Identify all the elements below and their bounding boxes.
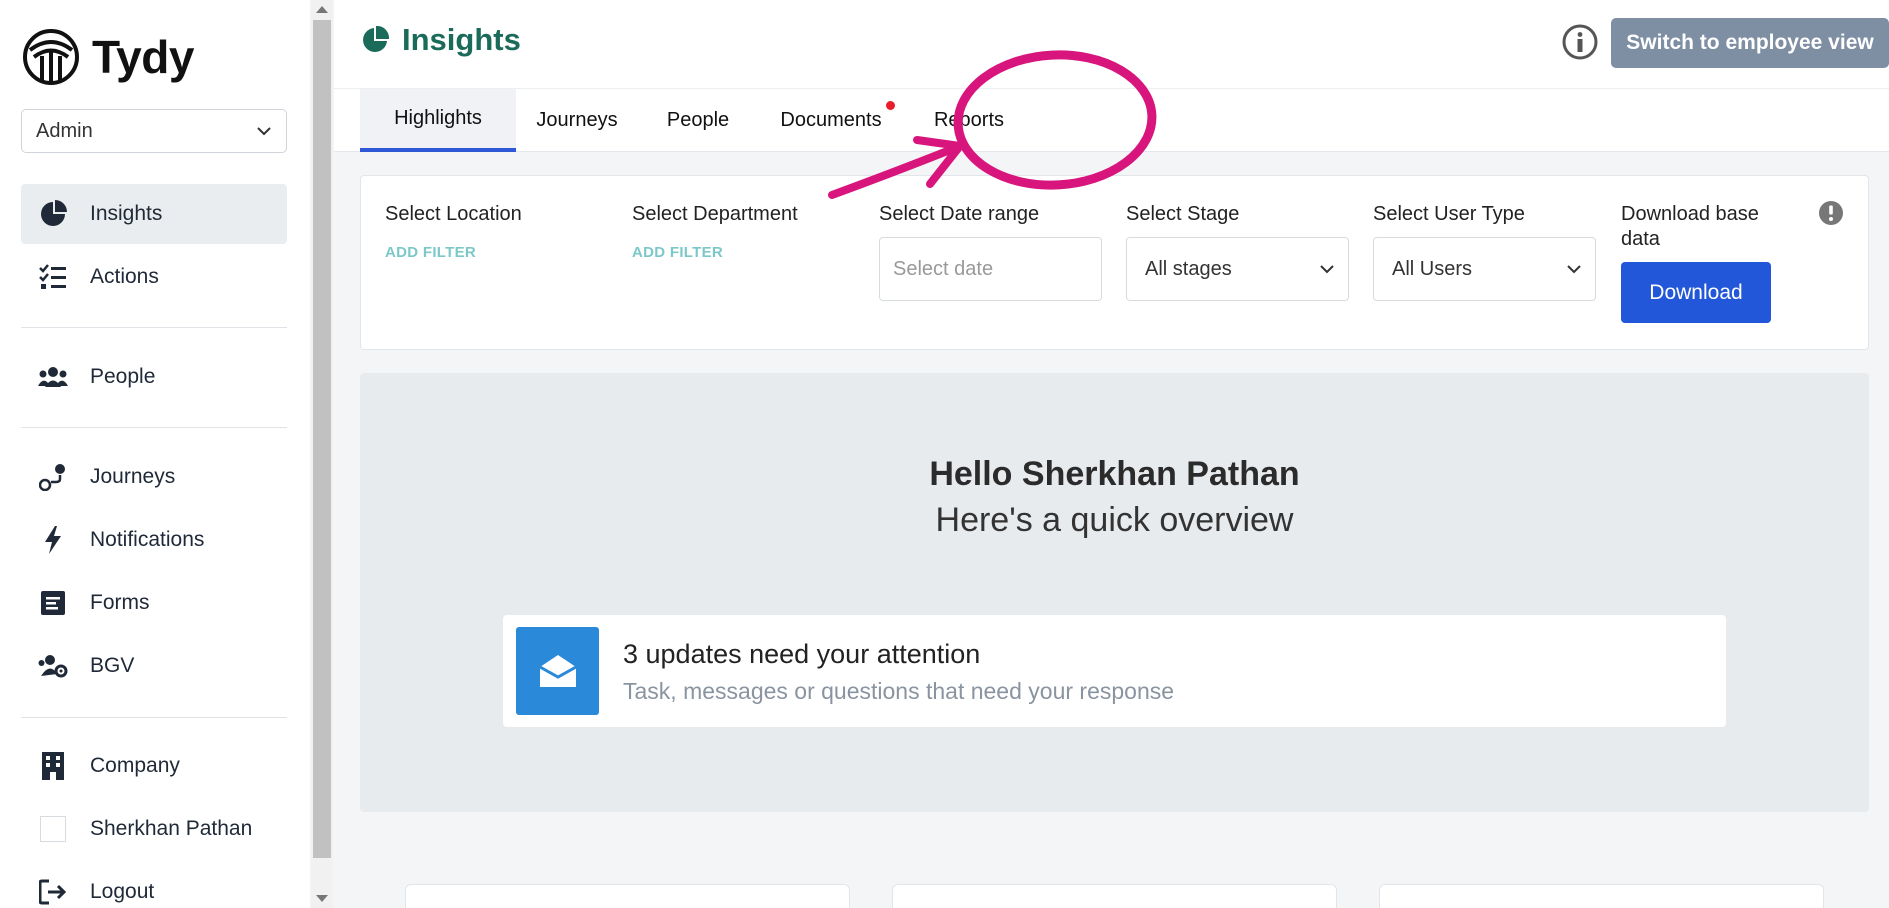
page-header: Insights Switch to employee view [334, 0, 1889, 88]
chevron-down-icon [257, 127, 271, 136]
route-icon [38, 462, 68, 492]
download-base-data-label: Download base data [1621, 202, 1759, 252]
notification-dot [886, 101, 895, 110]
sidebar-divider [21, 717, 287, 718]
sidebar-item-label: People [90, 365, 156, 388]
filters-panel: Select Location ADD FILTER Select Depart… [360, 175, 1869, 350]
overview-panel: Hello Sherkhan Pathan Here's a quick ove… [360, 373, 1869, 812]
sidebar-item-label: Company [90, 754, 180, 777]
sidebar-item-label: Forms [90, 591, 150, 614]
role-select[interactable]: Admin [21, 109, 287, 153]
download-label-line2: data [1621, 228, 1660, 250]
sidebar-scrollbar[interactable] [311, 0, 333, 908]
download-label-line1: Download base [1621, 203, 1759, 225]
sidebar-divider [21, 427, 287, 428]
brand-name: Tydy [92, 31, 194, 83]
department-add-filter-link[interactable]: ADD FILTER [632, 244, 723, 261]
sidebar-item-label: Journeys [90, 465, 176, 488]
building-icon [38, 751, 68, 781]
greeting-heading: Hello Sherkhan Pathan [929, 455, 1300, 493]
tab-documents[interactable]: Documents [758, 89, 904, 152]
logout-icon [38, 877, 68, 907]
stat-card [405, 884, 850, 908]
scroll-up-arrow-icon[interactable] [316, 6, 328, 13]
scroll-down-arrow-icon[interactable] [316, 895, 328, 902]
sidebar-item-label: Notifications [90, 528, 205, 551]
users-icon [38, 362, 68, 392]
alert-icon[interactable] [1818, 200, 1844, 226]
location-filter-label: Select Location [385, 203, 522, 225]
stat-card [892, 884, 1337, 908]
tydy-logo-icon [23, 29, 79, 85]
tab-label: People [666, 109, 730, 131]
sidebar-item-people[interactable]: People [21, 347, 287, 407]
download-button[interactable]: Download [1621, 262, 1771, 323]
sidebar-item-bgv[interactable]: BGV [21, 636, 287, 696]
avatar [38, 814, 68, 844]
sidebar-item-forms[interactable]: Forms [21, 573, 287, 633]
sidebar-item-profile[interactable]: Sherkhan Pathan [21, 799, 287, 859]
sidebar-item-insights[interactable]: Insights [21, 184, 287, 244]
pie-chart-icon [363, 25, 390, 52]
tab-reports[interactable]: Reports [904, 89, 1034, 152]
brand-logo[interactable]: Tydy [22, 28, 194, 86]
page-title: Insights [360, 22, 521, 58]
location-add-filter-link[interactable]: ADD FILTER [385, 244, 476, 261]
stage-filter-label: Select Stage [1126, 203, 1240, 225]
bolt-icon [38, 525, 68, 555]
tab-journeys[interactable]: Journeys [516, 89, 638, 152]
attention-title: 3 updates need your attention [623, 639, 981, 669]
attention-card[interactable]: 3 updates need your attention Task, mess… [503, 615, 1726, 727]
sidebar-item-actions[interactable]: Actions [21, 247, 287, 307]
page-title-text: Insights [402, 22, 521, 57]
tab-label: Journeys [536, 109, 618, 131]
sidebar-item-label: Actions [90, 265, 159, 288]
role-select-value: Admin [36, 119, 93, 142]
date-range-label: Select Date range [879, 203, 1040, 225]
overview-subtitle: Here's a quick overview [935, 501, 1294, 539]
sidebar-item-label: Sherkhan Pathan [90, 817, 253, 840]
switch-to-employee-view-button[interactable]: Switch to employee view [1611, 18, 1889, 68]
sidebar-item-label: Logout [90, 880, 155, 903]
user-type-select-value: All Users [1392, 257, 1473, 280]
stage-select[interactable]: All stages [1126, 237, 1349, 301]
sidebar-item-logout[interactable]: Logout [21, 862, 287, 908]
open-envelope-icon [516, 627, 599, 715]
sidebar-item-label: Insights [90, 202, 163, 225]
tab-people[interactable]: People [638, 89, 758, 152]
users-gear-icon [38, 651, 68, 681]
checklist-icon [38, 262, 68, 292]
sidebar-divider [21, 327, 287, 328]
chevron-down-icon [1567, 265, 1581, 274]
tab-label: Highlights [394, 107, 482, 129]
stage-select-value: All stages [1145, 257, 1232, 280]
sidebar-item-company[interactable]: Company [21, 736, 287, 796]
date-range-placeholder: Select date [893, 257, 994, 280]
tab-bar: Highlights Journeys People Documents Rep… [334, 88, 1889, 152]
form-icon [38, 588, 68, 618]
pie-chart-icon [38, 199, 68, 229]
sidebar-item-label: BGV [90, 654, 135, 677]
scrollbar-thumb[interactable] [313, 20, 331, 858]
chevron-down-icon [1320, 265, 1334, 274]
user-type-select[interactable]: All Users [1373, 237, 1596, 301]
info-icon[interactable] [1562, 24, 1598, 60]
sidebar-item-notifications[interactable]: Notifications [21, 510, 287, 570]
sidebar: Tydy Admin Insights Actions People Journ… [0, 0, 310, 908]
date-range-input[interactable]: Select date [879, 237, 1102, 301]
sidebar-item-journeys[interactable]: Journeys [21, 447, 287, 507]
attention-subtitle: Task, messages or questions that need yo… [623, 678, 1175, 704]
department-filter-label: Select Department [632, 203, 798, 225]
user-type-filter-label: Select User Type [1373, 203, 1525, 225]
tab-label: Reports [933, 109, 1005, 131]
tab-highlights[interactable]: Highlights [360, 89, 516, 152]
stat-card [1379, 884, 1824, 908]
tab-label: Documents [780, 109, 882, 131]
